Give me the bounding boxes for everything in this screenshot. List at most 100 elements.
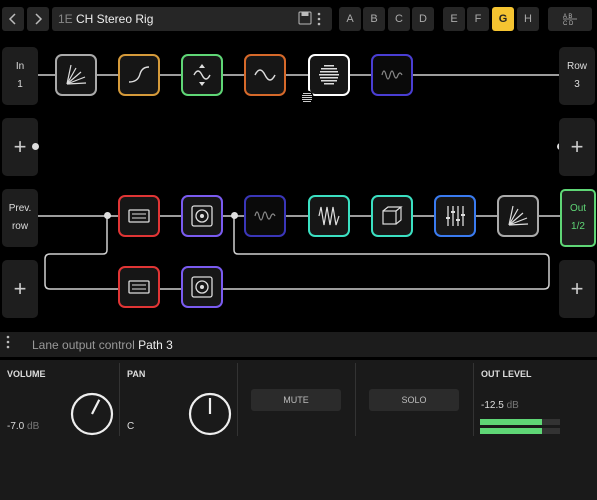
reverb-icon bbox=[66, 64, 87, 85]
row-number: 3 bbox=[574, 79, 580, 90]
out-level-number: -12.5 bbox=[481, 400, 504, 411]
wave-icon bbox=[254, 211, 276, 221]
block-reverb[interactable] bbox=[55, 54, 97, 96]
cab-icon bbox=[191, 205, 213, 227]
volume-knob[interactable] bbox=[68, 390, 116, 438]
block-eq[interactable] bbox=[434, 195, 476, 237]
input-number: 1 bbox=[17, 79, 23, 90]
reverb-icon bbox=[508, 205, 529, 226]
input-1-button[interactable]: In 1 bbox=[2, 47, 38, 105]
cab-icon bbox=[191, 276, 213, 298]
wave-icon bbox=[254, 69, 276, 81]
out-level-cell: OUT LEVEL -12.5 dB bbox=[474, 363, 597, 436]
solo-button[interactable]: SOLO bbox=[369, 389, 459, 411]
modulation-icon bbox=[193, 64, 211, 86]
drag-handle-icon[interactable] bbox=[300, 90, 314, 104]
connection-dot[interactable] bbox=[32, 143, 39, 150]
pan-cell: PAN C bbox=[120, 363, 238, 436]
wave-icon bbox=[318, 206, 340, 226]
solo-cell: SOLO bbox=[356, 363, 474, 436]
striped-icon bbox=[319, 65, 339, 85]
block-wave[interactable] bbox=[244, 54, 286, 96]
amp-icon bbox=[128, 209, 150, 223]
filter-icon bbox=[128, 66, 150, 83]
out-level-unit: dB bbox=[506, 400, 519, 411]
svg-text:C D: C D bbox=[563, 21, 574, 26]
block-modulation[interactable] bbox=[181, 54, 223, 96]
block-cab[interactable] bbox=[181, 195, 223, 237]
block-selected[interactable] bbox=[308, 54, 350, 96]
output-1-2-button[interactable]: Out 1/2 bbox=[560, 189, 596, 247]
volume-cell: VOLUME -7.0 dB bbox=[0, 363, 120, 436]
row-label: Row bbox=[566, 61, 587, 72]
prev-label: Prev. bbox=[8, 203, 32, 214]
meter-right bbox=[480, 428, 560, 434]
block-cube[interactable] bbox=[371, 195, 413, 237]
slot-a[interactable]: A bbox=[339, 7, 361, 31]
pan-label: PAN bbox=[127, 369, 146, 379]
row-output-button[interactable]: Row 3 bbox=[559, 47, 595, 105]
lane-title: Lane output control Path 3 bbox=[32, 338, 173, 352]
slot-f[interactable]: F bbox=[467, 7, 489, 31]
vertical-ellipsis-icon bbox=[317, 12, 321, 26]
pan-value: C bbox=[127, 421, 135, 432]
preset-menu-button[interactable] bbox=[306, 7, 332, 31]
signal-grid: In 1 Row 3 + + Prev. row Out 1/2 + + bbox=[0, 40, 597, 330]
compare-button[interactable]: A B C D bbox=[548, 7, 592, 31]
lane-path: Path 3 bbox=[138, 338, 173, 352]
mute-button[interactable]: MUTE bbox=[251, 389, 341, 411]
preset-name: CH Stereo Rig bbox=[76, 12, 154, 26]
slot-g[interactable]: G bbox=[492, 7, 514, 31]
block-reverb[interactable] bbox=[497, 195, 539, 237]
split-dot[interactable] bbox=[231, 212, 238, 219]
block-drive[interactable] bbox=[308, 195, 350, 237]
block-filter[interactable] bbox=[118, 54, 160, 96]
volume-unit: dB bbox=[27, 421, 40, 432]
mute-cell: MUTE bbox=[238, 363, 356, 436]
out-level-label: OUT LEVEL bbox=[481, 369, 532, 379]
preset-selector[interactable]: 1E CH Stereo Rig bbox=[52, 7, 332, 31]
previous-row-button[interactable]: Prev. row bbox=[2, 189, 38, 247]
block-amp[interactable] bbox=[118, 266, 160, 308]
plus-icon: + bbox=[13, 276, 27, 301]
amp-icon bbox=[128, 280, 150, 294]
block-cab[interactable] bbox=[181, 266, 223, 308]
lane-control-panel: VOLUME -7.0 dB PAN C MUTE SOLO OUT LEVEL… bbox=[0, 360, 597, 500]
knob-needle bbox=[91, 399, 101, 415]
volume-number: -7.0 bbox=[7, 421, 25, 432]
slot-b[interactable]: B bbox=[363, 7, 385, 31]
add-row-right-button[interactable]: + bbox=[559, 260, 595, 318]
output-label: Out bbox=[569, 203, 587, 214]
prev-label: row bbox=[11, 221, 29, 232]
lane-output-bar: Lane output control Path 3 bbox=[0, 332, 597, 357]
volume-label: VOLUME bbox=[7, 369, 46, 379]
slot-h[interactable]: H bbox=[517, 7, 539, 31]
wave-icon bbox=[381, 70, 403, 80]
lane-menu-button[interactable] bbox=[6, 335, 10, 352]
chevron-right-icon bbox=[35, 13, 43, 25]
add-row-right-button[interactable]: + bbox=[559, 118, 595, 176]
meter-left bbox=[480, 419, 560, 425]
add-row-left-button[interactable]: + bbox=[2, 260, 38, 318]
block-amp[interactable] bbox=[118, 195, 160, 237]
slot-d[interactable]: D bbox=[412, 7, 434, 31]
block-wave-bypassed[interactable] bbox=[244, 195, 286, 237]
plus-icon: + bbox=[13, 134, 27, 159]
meter-right-fill bbox=[480, 428, 542, 434]
split-dot[interactable] bbox=[104, 212, 111, 219]
meter-left-fill bbox=[480, 419, 542, 425]
input-label: In bbox=[15, 61, 25, 72]
cube-icon bbox=[382, 206, 403, 225]
preset-id: 1E bbox=[58, 12, 73, 26]
ab-compare-icon: A B C D bbox=[563, 14, 577, 26]
pan-knob[interactable] bbox=[186, 390, 234, 438]
block-wave-bypassed[interactable] bbox=[371, 54, 413, 96]
slot-c[interactable]: C bbox=[388, 7, 410, 31]
plus-icon: + bbox=[570, 134, 584, 159]
eq-icon bbox=[446, 206, 465, 226]
volume-value: -7.0 dB bbox=[7, 421, 39, 432]
out-level-value: -12.5 dB bbox=[481, 400, 519, 411]
back-button[interactable] bbox=[2, 7, 24, 31]
slot-e[interactable]: E bbox=[443, 7, 465, 31]
forward-button[interactable] bbox=[27, 7, 49, 31]
